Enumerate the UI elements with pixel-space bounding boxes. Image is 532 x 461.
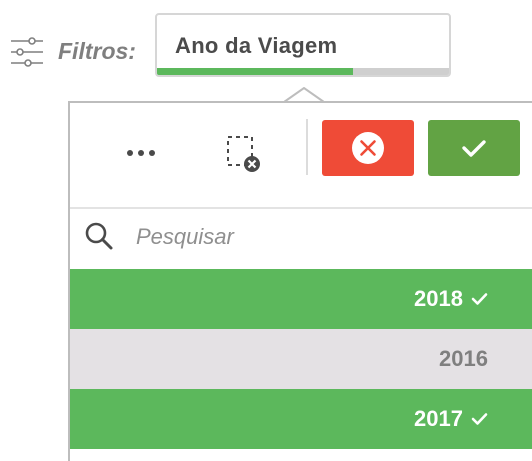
search-icon <box>85 222 113 250</box>
check-icon <box>462 140 486 157</box>
check-icon <box>471 413 488 425</box>
field-title: Ano da Viagem <box>175 33 338 58</box>
list-item-label: 2016 <box>439 346 488 371</box>
list-item-label: 2017 <box>414 406 463 431</box>
list-item-label: 2018 <box>414 286 463 311</box>
selection-progress-fill <box>157 68 353 75</box>
list-item[interactable]: 2016 <box>70 329 532 389</box>
list-item[interactable]: 2017 <box>70 389 532 449</box>
ellipsis-dot <box>149 150 155 156</box>
ellipsis-dot <box>138 150 144 156</box>
more-options-button[interactable] <box>106 133 176 173</box>
clear-selection-button[interactable] <box>218 127 270 179</box>
filter-field-dropdown[interactable]: Ano da Viagem <box>155 13 451 77</box>
search-row <box>70 207 532 269</box>
filter-icon <box>8 34 46 70</box>
toolbar-separator <box>306 119 308 175</box>
clear-selection-icon <box>227 136 260 172</box>
confirm-button[interactable] <box>428 120 520 176</box>
list-item[interactable]: 2018 <box>70 269 532 329</box>
panel-toolbar <box>70 103 532 209</box>
search-input[interactable] <box>136 219 516 255</box>
selection-progress-bar <box>157 68 449 75</box>
cancel-button[interactable] <box>322 120 414 176</box>
year-list: 2018 2016 2017 <box>70 269 532 449</box>
check-icon <box>471 293 488 305</box>
ellipsis-dot <box>127 150 133 156</box>
filter-label: Filtros: <box>58 38 136 64</box>
filter-dropdown-panel: 2018 2016 2017 <box>68 101 532 461</box>
close-circle-icon <box>352 132 384 164</box>
